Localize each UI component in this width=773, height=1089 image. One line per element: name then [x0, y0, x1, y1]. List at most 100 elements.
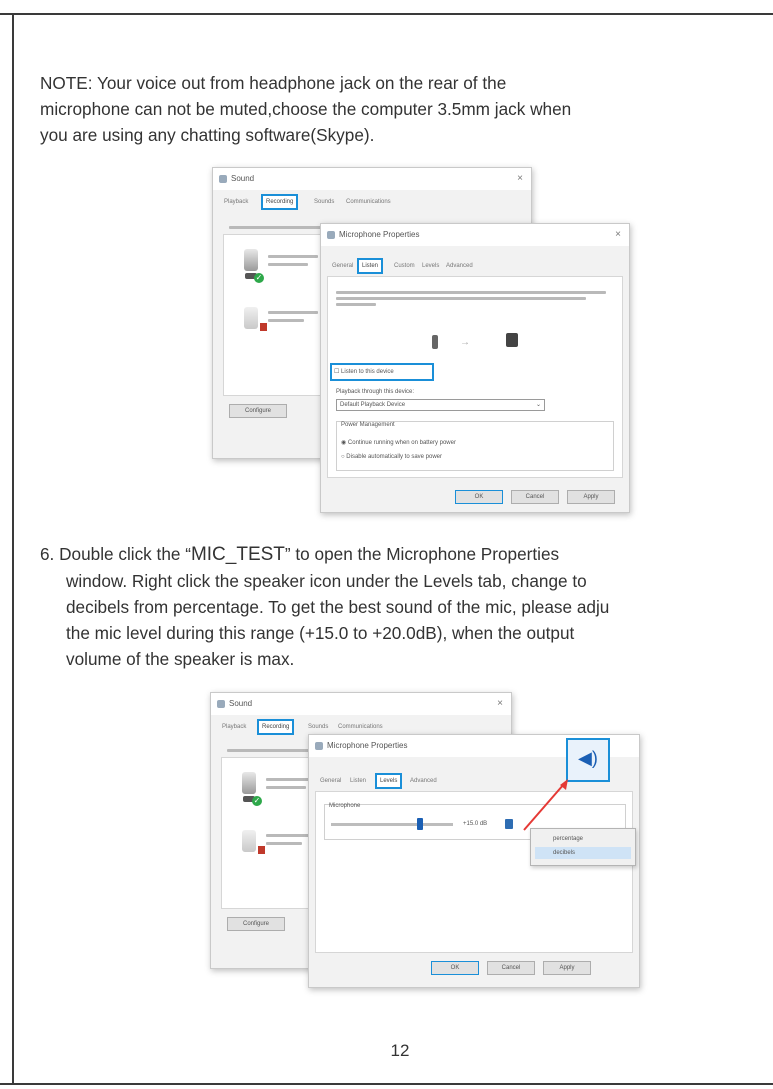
sound-window-titlebar: Sound × [211, 693, 511, 715]
tab-general[interactable]: General [317, 775, 344, 787]
cancel-button[interactable]: Cancel [511, 490, 559, 504]
power-management-group: Power Management ◉ Continue running when… [336, 421, 614, 471]
speaker-icon [506, 333, 518, 347]
continue-running-radio[interactable]: ◉ Continue running when on battery power [341, 438, 456, 448]
listen-description-text [336, 291, 606, 294]
microphone-icon[interactable] [244, 249, 258, 271]
menu-item-decibels[interactable]: decibels [535, 847, 631, 859]
default-check-icon: ✓ [254, 273, 264, 283]
microphone-icon [432, 335, 438, 349]
listen-description-text-2 [336, 297, 586, 300]
instruction-text [229, 226, 329, 229]
tab-levels[interactable]: Levels [375, 773, 403, 789]
listen-pane: → ☐ Listen to this device Playback throu… [327, 276, 623, 478]
power-group-label: Power Management [341, 422, 395, 428]
tab-advanced[interactable]: Advanced [443, 260, 476, 272]
device2-desc-text [266, 842, 302, 845]
menu-item-percentage[interactable]: percentage [535, 833, 631, 845]
props-titlebar: Microphone Properties × [321, 224, 629, 246]
tab-recording[interactable]: Recording [261, 194, 299, 210]
tab-sounds[interactable]: Sounds [305, 721, 331, 733]
apply-button[interactable]: Apply [567, 490, 615, 504]
playback-device-select[interactable]: Default Playback Device ⌄ [336, 399, 545, 411]
step-6-line-1: 6. Double click the “MIC_TEST” to open t… [40, 541, 773, 568]
device2-desc-text [268, 319, 304, 322]
close-icon[interactable]: × [517, 168, 523, 190]
listen-description-text-3 [336, 303, 376, 306]
configure-button[interactable]: Configure [229, 404, 287, 418]
radio2-label: Disable automatically to save power [346, 454, 443, 460]
step-number: 6. [40, 544, 55, 564]
props-window-title: Microphone Properties [327, 741, 408, 750]
microphone-app-icon [315, 742, 323, 750]
sound-window-title: Sound [229, 699, 253, 708]
sound-window-titlebar: Sound × [213, 168, 531, 190]
disabled-badge-icon [260, 323, 267, 331]
playback-device-value: Default Playback Device [340, 402, 406, 408]
cancel-button[interactable]: Cancel [487, 961, 535, 975]
device2-name-text [268, 311, 318, 314]
tab-levels[interactable]: Levels [419, 260, 442, 272]
bottom-rule [0, 1083, 773, 1085]
sound-app-icon [217, 700, 225, 708]
close-icon[interactable]: × [497, 693, 503, 715]
microphone-app-icon [327, 231, 335, 239]
tab-recording[interactable]: Recording [257, 719, 295, 735]
note-paragraph: NOTE: Your voice out from headphone jack… [40, 73, 572, 145]
microphone-properties-window: Microphone Properties × General Listen C… [320, 223, 630, 513]
step-6-text-a: Double click the “ [54, 544, 191, 564]
tab-listen[interactable]: Listen [357, 258, 384, 274]
listen-checkbox-highlight [330, 363, 434, 381]
speaker-icon[interactable] [505, 819, 513, 829]
sound-app-icon [219, 175, 227, 183]
level-slider-track[interactable] [331, 823, 453, 826]
tab-listen[interactable]: Listen [347, 775, 369, 787]
disable-auto-radio[interactable]: ○ Disable automatically to save power [341, 452, 442, 462]
tab-general[interactable]: General [329, 260, 356, 272]
close-icon[interactable]: × [615, 224, 621, 246]
device-desc-text [268, 263, 308, 266]
top-rule [0, 13, 773, 15]
screenshot-levels-tab: Sound × Playback Recording Sounds Commun… [210, 692, 650, 992]
step-6-paragraph: 6. Double click the “MIC_TEST” to open t… [40, 541, 773, 672]
mic-test-label: MIC_TEST [190, 544, 285, 565]
page-number: 12 [390, 1041, 410, 1060]
tab-custom[interactable]: Custom [391, 260, 418, 272]
level-slider-thumb[interactable] [417, 818, 423, 830]
playback-label: Playback through this device: [336, 389, 415, 395]
ok-button[interactable]: OK [431, 961, 479, 975]
speaker-volume-icon: ◀) [578, 748, 598, 768]
microphone-icon[interactable] [242, 772, 256, 794]
disabled-badge-icon [258, 846, 265, 854]
tab-sounds[interactable]: Sounds [311, 196, 337, 208]
levels-pane: Microphone +15.0 dB [315, 791, 633, 953]
device-name-text [268, 255, 318, 258]
props-window-title: Microphone Properties [339, 230, 420, 239]
left-rule [12, 13, 14, 1085]
microphone-icon-2[interactable] [244, 307, 258, 329]
microphone-group-label: Microphone [329, 803, 361, 809]
tab-playback[interactable]: Playback [219, 721, 249, 733]
step-6-line-5: volume of the speaker is max. [66, 649, 295, 669]
step-6-line-3: decibels from percentage. To get the bes… [66, 597, 610, 617]
chevron-down-icon: ⌄ [535, 402, 541, 408]
speaker-icon-callout: ◀) [566, 738, 610, 782]
red-arrow [523, 779, 568, 831]
tab-playback[interactable]: Playback [221, 196, 251, 208]
step-6-text-b: ” to open the Microphone Properties [284, 544, 560, 564]
default-check-icon: ✓ [252, 796, 262, 806]
tab-advanced[interactable]: Advanced [407, 775, 440, 787]
device-desc-text [266, 786, 306, 789]
step-6-line-2: window. Right click the speaker icon und… [66, 571, 587, 591]
radio1-label: Continue running when on battery power [347, 440, 456, 446]
microphone-icon-2[interactable] [242, 830, 256, 852]
configure-button[interactable]: Configure [227, 917, 285, 931]
ok-button[interactable]: OK [455, 490, 503, 504]
level-value: +15.0 dB [463, 821, 488, 827]
tab-communications[interactable]: Communications [343, 196, 394, 208]
apply-button[interactable]: Apply [543, 961, 591, 975]
sound-window-title: Sound [231, 174, 255, 183]
screenshot-listen-tab: Sound × Playback Recording Sounds Commun… [212, 167, 632, 517]
arrow-right-icon: → [460, 337, 470, 348]
tab-communications[interactable]: Communications [335, 721, 386, 733]
